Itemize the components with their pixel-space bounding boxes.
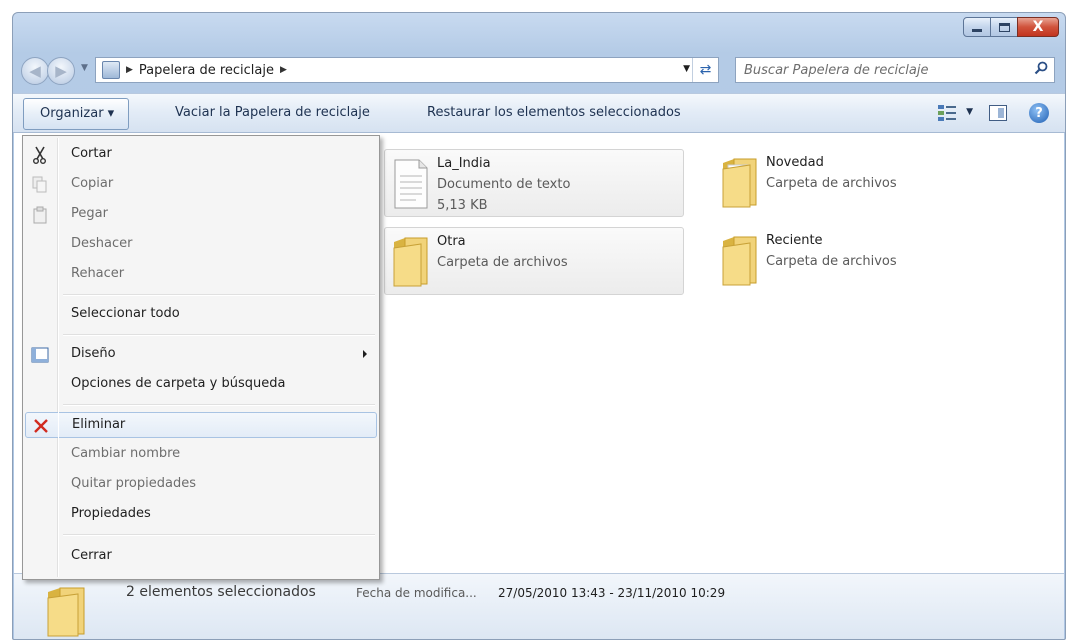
navigation-row: ◀ ▶ ▼ ▶ Papelera de reciclaje ▶ ▼ ⇄	[13, 49, 1065, 93]
folder-name: Otra	[437, 234, 466, 249]
selection-count: 2 elementos seleccionados	[126, 584, 316, 600]
folder-type: Carpeta de archivos	[766, 176, 897, 191]
organize-button[interactable]: Organizar ▾	[23, 98, 130, 130]
title-bar: X	[13, 13, 1065, 49]
refresh-icon: ⇄	[699, 62, 712, 78]
menu-item-label: Propiedades	[71, 506, 151, 521]
forward-button[interactable]: ▶	[47, 57, 75, 85]
menu-separator	[63, 294, 375, 296]
menu-separator	[63, 334, 375, 336]
menu-item-label: Seleccionar todo	[71, 306, 180, 321]
menu-item-label: Opciones de carpeta y búsqueda	[71, 376, 286, 391]
maximize-icon	[998, 22, 1010, 32]
folder-name: Reciente	[766, 233, 823, 248]
date-modified-value: 27/05/2010 13:43 - 23/11/2010 10:29	[498, 586, 726, 600]
menu-item-paste[interactable]: Pegar	[25, 202, 377, 228]
folder-icon	[47, 587, 85, 637]
restore-selected-button[interactable]: Restaurar los elementos seleccionados	[427, 105, 681, 120]
menu-item-label: Diseño	[71, 346, 116, 361]
close-icon: X	[1032, 19, 1044, 35]
menu-item-label: Eliminar	[72, 417, 126, 432]
file-name: La_India	[437, 156, 491, 171]
date-modified-label: Fecha de modifica...	[356, 586, 477, 600]
details-pane: 2 elementos seleccionados Fecha de modif…	[14, 573, 1064, 639]
minimize-button[interactable]	[963, 17, 991, 37]
command-bar: Organizar ▾ Vaciar la Papelera de recicl…	[13, 93, 1065, 133]
organize-menu: Cortar Copiar Pegar Deshacer Rehacer Sel…	[22, 135, 380, 580]
menu-item-remove-properties[interactable]: Quitar propiedades	[25, 472, 377, 498]
menu-item-label: Pegar	[71, 206, 108, 221]
menu-item-folder-options[interactable]: Opciones de carpeta y búsqueda	[25, 372, 377, 398]
maximize-button[interactable]	[990, 17, 1018, 37]
preview-pane-icon[interactable]	[989, 105, 1007, 121]
folder-icon	[722, 236, 757, 286]
delete-x-icon	[32, 417, 50, 435]
address-dropdown-icon[interactable]: ▼	[683, 64, 690, 74]
search-input[interactable]	[744, 62, 1024, 78]
layout-icon	[31, 346, 49, 364]
menu-item-label: Copiar	[71, 176, 114, 191]
menu-item-label: Cerrar	[71, 548, 112, 563]
folder-tile[interactable]: Otra Carpeta de archivos	[384, 227, 684, 295]
text-file-icon	[394, 159, 428, 209]
window-controls: X	[963, 17, 1059, 37]
recycle-bin-icon	[102, 61, 120, 79]
breadcrumb-chevron-icon[interactable]: ▶	[280, 65, 287, 75]
empty-recycle-bin-button[interactable]: Vaciar la Papelera de reciclaje	[175, 105, 370, 120]
menu-item-label: Cambiar nombre	[71, 446, 181, 461]
refresh-button[interactable]: ⇄	[692, 58, 718, 82]
menu-item-delete[interactable]: Eliminar	[25, 412, 377, 438]
close-button[interactable]: X	[1017, 17, 1059, 37]
folder-name: Novedad	[766, 155, 824, 170]
search-box[interactable]	[735, 57, 1055, 83]
menu-item-layout[interactable]: Diseño	[25, 342, 377, 368]
menu-separator	[63, 534, 375, 536]
folder-tile[interactable]: Novedad Carpeta de archivos	[714, 149, 1014, 217]
menu-item-label: Deshacer	[71, 236, 133, 251]
submenu-arrow-icon	[363, 350, 367, 358]
menu-item-undo[interactable]: Deshacer	[25, 232, 377, 258]
breadcrumb-location[interactable]: Papelera de reciclaje	[139, 63, 274, 78]
back-arrow-icon: ◀	[29, 62, 41, 80]
address-bar[interactable]: ▶ Papelera de reciclaje ▶ ▼ ⇄	[95, 57, 719, 83]
file-size: 5,13 KB	[437, 198, 488, 213]
search-icon[interactable]	[1034, 61, 1048, 75]
view-options-dropdown-icon[interactable]: ▼	[966, 107, 973, 117]
menu-item-label: Rehacer	[71, 266, 125, 281]
folder-icon	[722, 158, 757, 208]
menu-item-rename[interactable]: Cambiar nombre	[25, 442, 377, 468]
folder-type: Carpeta de archivos	[766, 254, 897, 269]
minimize-icon	[972, 28, 982, 32]
breadcrumb-chevron-icon[interactable]: ▶	[126, 65, 133, 75]
change-view-icon[interactable]	[937, 104, 957, 122]
menu-item-close[interactable]: Cerrar	[25, 544, 377, 570]
scissors-icon	[31, 146, 49, 164]
help-icon[interactable]: ?	[1029, 103, 1049, 123]
back-button[interactable]: ◀	[21, 57, 49, 85]
folder-tile[interactable]: Reciente Carpeta de archivos	[714, 227, 1014, 295]
recent-pages-dropdown[interactable]: ▼	[81, 63, 88, 73]
menu-separator	[63, 404, 375, 406]
menu-item-label: Quitar propiedades	[71, 476, 196, 491]
forward-arrow-icon: ▶	[55, 62, 67, 80]
folder-icon	[393, 237, 428, 287]
menu-item-properties[interactable]: Propiedades	[25, 502, 377, 528]
file-tile[interactable]: La_India Documento de texto 5,13 KB	[384, 149, 684, 217]
menu-item-select-all[interactable]: Seleccionar todo	[25, 302, 377, 328]
file-type: Documento de texto	[437, 177, 571, 192]
menu-item-label: Cortar	[71, 146, 112, 161]
menu-item-copy[interactable]: Copiar	[25, 172, 377, 198]
menu-item-redo[interactable]: Rehacer	[25, 262, 377, 288]
paste-icon	[31, 206, 49, 224]
copy-icon	[31, 176, 49, 194]
menu-item-cut[interactable]: Cortar	[25, 142, 377, 168]
folder-type: Carpeta de archivos	[437, 255, 568, 270]
